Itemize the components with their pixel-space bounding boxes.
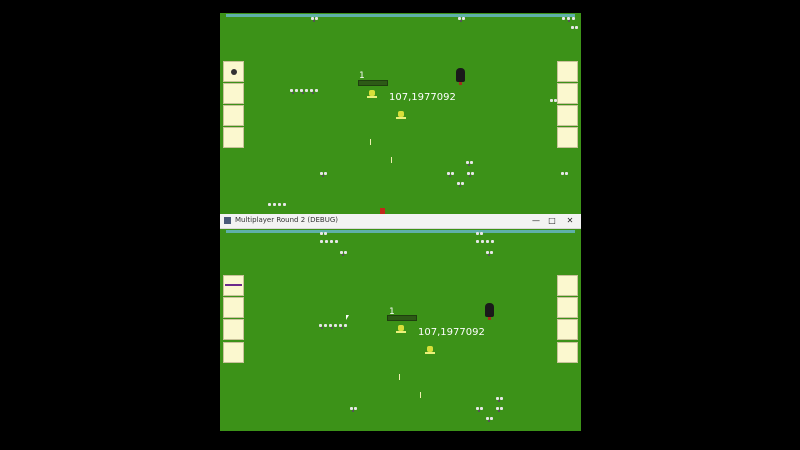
dark-tree[interactable] xyxy=(456,68,465,85)
window-title: Multiplayer Round 2 (DEBUG) xyxy=(235,216,339,224)
inventory-slot[interactable] xyxy=(557,61,578,82)
dark-tree[interactable] xyxy=(485,303,494,320)
sheep[interactable] xyxy=(562,17,580,23)
sheep[interactable] xyxy=(350,407,360,413)
item-icon xyxy=(225,284,242,286)
player-character[interactable] xyxy=(396,324,406,333)
inventory-slot[interactable] xyxy=(557,297,578,318)
sheep[interactable] xyxy=(311,17,321,23)
close-icon[interactable]: ✕ xyxy=(562,215,578,227)
inventory-slot[interactable] xyxy=(557,105,578,126)
sheep[interactable] xyxy=(561,172,571,178)
ground-marker xyxy=(370,139,371,145)
inventory-slot[interactable] xyxy=(223,127,244,148)
inventory-slot[interactable] xyxy=(223,105,244,126)
inventory-slot[interactable] xyxy=(557,127,578,148)
sheep[interactable] xyxy=(467,172,477,178)
app-icon xyxy=(224,217,231,224)
inventory-slot-selected[interactable] xyxy=(223,275,244,296)
other-player-character[interactable] xyxy=(396,110,406,119)
sheep-group[interactable] xyxy=(320,240,340,246)
sheep[interactable] xyxy=(447,172,457,178)
top-game-view[interactable]: 1 107,1977092 xyxy=(220,13,581,215)
ground-marker xyxy=(420,392,421,398)
player-character[interactable] xyxy=(367,89,377,98)
inventory-slot[interactable] xyxy=(223,342,244,363)
inventory-slot[interactable] xyxy=(557,319,578,340)
top-status-bar xyxy=(226,14,575,17)
sheep-group[interactable] xyxy=(290,89,322,95)
sheep[interactable] xyxy=(496,397,506,403)
sheep[interactable] xyxy=(340,251,350,257)
mouse-cursor-icon xyxy=(346,315,349,320)
sheep[interactable] xyxy=(550,99,560,105)
sheep-group[interactable] xyxy=(319,324,351,330)
player-health-bar xyxy=(358,80,388,86)
bottom-game-view[interactable]: 1 107,1977092 xyxy=(220,229,581,431)
ground-marker xyxy=(399,374,400,380)
sheep[interactable] xyxy=(476,232,486,238)
player-coordinates: 107,1977092 xyxy=(389,92,456,103)
player-health-bar xyxy=(387,315,417,321)
inventory-slot[interactable] xyxy=(557,83,578,104)
inventory-slot-bomb[interactable] xyxy=(223,61,244,82)
sheep[interactable] xyxy=(457,182,467,188)
sheep[interactable] xyxy=(496,407,506,413)
sheep-group[interactable] xyxy=(268,203,288,209)
inventory-slot[interactable] xyxy=(223,297,244,318)
sheep[interactable] xyxy=(476,407,486,413)
sheep[interactable] xyxy=(571,26,581,32)
sheep[interactable] xyxy=(458,17,468,23)
sheep-group[interactable] xyxy=(476,240,496,246)
window-titlebar[interactable]: Multiplayer Round 2 (DEBUG) — □ ✕ xyxy=(220,214,581,229)
maximize-icon[interactable]: □ xyxy=(544,215,560,227)
player-coordinates: 107,1977092 xyxy=(418,327,485,338)
sheep[interactable] xyxy=(320,172,330,178)
inventory-slot[interactable] xyxy=(223,319,244,340)
sheep[interactable] xyxy=(466,161,476,167)
inventory-slot[interactable] xyxy=(223,83,244,104)
minimize-icon[interactable]: — xyxy=(528,215,544,227)
other-player-character[interactable] xyxy=(425,345,435,354)
bomb-icon xyxy=(231,69,237,75)
sheep[interactable] xyxy=(486,417,496,423)
sheep[interactable] xyxy=(320,232,330,238)
inventory-slot[interactable] xyxy=(557,275,578,296)
top-status-bar xyxy=(226,230,575,233)
inventory-slot[interactable] xyxy=(557,342,578,363)
ground-marker xyxy=(391,157,392,163)
sheep[interactable] xyxy=(486,251,496,257)
